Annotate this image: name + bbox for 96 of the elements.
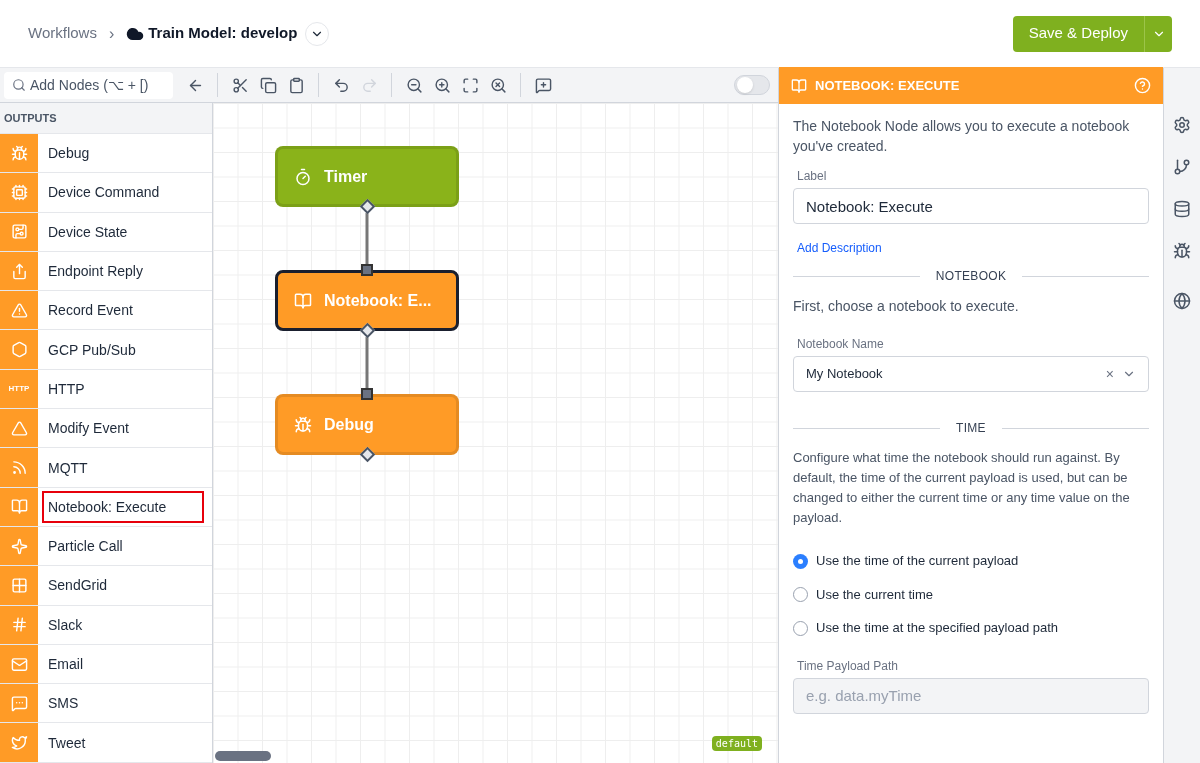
node-label: Record Event (47, 301, 134, 321)
connector-line (365, 337, 369, 388)
bug-icon (10, 144, 28, 162)
node-list-item[interactable]: Record Event (0, 291, 212, 331)
sidebar-heading: OUTPUTS (4, 110, 57, 126)
mail-icon (10, 655, 28, 673)
radio-icon[interactable] (793, 587, 808, 603)
bug-icon (294, 415, 312, 434)
notebook-select[interactable]: My Notebook × (793, 356, 1149, 392)
book-icon (294, 291, 312, 310)
connector-line (365, 213, 369, 264)
node-title: Notebook: E... (324, 290, 432, 311)
notebook-hint: First, choose a notebook to execute. (793, 297, 1020, 316)
field-label: Notebook Name (796, 336, 885, 352)
node-label: Endpoint Reply (47, 262, 144, 282)
timer-icon (294, 167, 312, 186)
node-label: Notebook: Execute (42, 490, 204, 523)
branch-icon[interactable] (1173, 158, 1191, 176)
radio-label: Use the current time (816, 585, 934, 604)
node-label: Tweet (47, 733, 87, 753)
node-list-item[interactable]: Debug (0, 134, 212, 174)
add-description-link[interactable]: Add Description (793, 240, 1149, 256)
time-hint: Configure what time the notebook should run against. By default, the time of the current payload is used, but can be changed to either the current time or any time value on the payload. (793, 449, 1131, 527)
workflow-title: Train Model: develop (148, 23, 298, 44)
radio-label: Use the time of the current payload (816, 552, 1019, 570)
input-port (361, 264, 373, 276)
squares-icon (10, 576, 28, 594)
bug-icon[interactable] (1173, 242, 1191, 260)
node-list-item[interactable]: Slack (0, 605, 212, 645)
book-icon (10, 498, 28, 516)
field-label: Time Payload Path (796, 657, 899, 674)
radio-icon[interactable] (793, 620, 808, 636)
node-list-item[interactable]: Notebook: Execute (0, 487, 212, 527)
book-icon (791, 77, 807, 94)
node-label: HTTP (47, 379, 86, 399)
node-label: Device State (47, 222, 129, 242)
node-list-item[interactable]: Tweet (0, 723, 212, 763)
clear-icon[interactable]: × (1105, 364, 1114, 384)
intro-text: The Notebook Node allows you to execute a notebook you've created. (793, 117, 1131, 156)
input-port (361, 388, 373, 400)
radio-option[interactable]: Use the current time (793, 585, 1149, 605)
node-label: Particle Call (47, 537, 124, 557)
warning-icon (10, 301, 28, 319)
node-label: MQTT (47, 458, 89, 478)
node-label: Email (47, 655, 84, 674)
bird-icon (10, 734, 28, 752)
chip-icon (10, 183, 28, 201)
label-input[interactable]: Notebook: Execute (793, 188, 1149, 224)
search-field[interactable]: Add Nodes (⌥ + [) (4, 71, 173, 99)
share-icon (10, 262, 28, 280)
node-list-item[interactable]: GCP Pub/Sub (0, 330, 212, 370)
default-tag: default (711, 736, 762, 751)
search-icon (12, 78, 26, 92)
sparkle-icon (10, 537, 28, 555)
hexagon-icon (10, 341, 28, 359)
radio-label: Use the time at the specified payload path (816, 619, 1059, 638)
hash-icon (10, 616, 28, 634)
node-title: Debug (324, 414, 374, 435)
node-label: SMS (47, 694, 80, 714)
node-list-item[interactable]: Modify Event (0, 409, 212, 449)
field-label: Label (796, 168, 828, 184)
database-icon[interactable] (1173, 200, 1191, 218)
node-list-item[interactable]: MQTT (0, 448, 212, 488)
node-list-item[interactable]: SendGrid (0, 566, 212, 606)
node-list-item[interactable]: Particle Call (0, 526, 212, 567)
toggle-switch[interactable] (734, 75, 770, 95)
radio-icon[interactable] (793, 553, 808, 569)
node-label: Device Command (47, 183, 161, 203)
node-title: Timer (324, 166, 368, 187)
node-list-item[interactable]: Endpoint Reply (0, 251, 212, 292)
radio-option[interactable]: Use the time of the current payload (793, 552, 1149, 571)
radio-option[interactable]: Use the time at the specified payload path (793, 619, 1149, 638)
triangle-icon (10, 419, 28, 437)
breadcrumb-separator: › (108, 23, 115, 44)
node-list-item[interactable]: Device State (0, 212, 212, 252)
breadcrumb-link[interactable]: Workflows (28, 22, 97, 45)
section-heading: TIME (956, 420, 986, 436)
scrollbar-thumb[interactable] (215, 751, 271, 761)
settings-icon[interactable] (1173, 116, 1191, 134)
node-label: SendGrid (47, 576, 109, 596)
select-value: My Notebook (806, 364, 884, 383)
node-label: Slack (47, 615, 84, 635)
circuit-icon (10, 223, 28, 241)
http-label: HTTP (8, 382, 30, 395)
panel-title: NOTEBOOK: EXECUTE (815, 76, 961, 95)
node-label: Modify Event (47, 419, 130, 439)
globe-icon[interactable] (1173, 292, 1191, 310)
feed-icon (10, 459, 28, 476)
node-list-item[interactable]: Email (0, 644, 212, 685)
node-list-item[interactable]: HTTP HTTP (0, 369, 212, 410)
section-heading: NOTEBOOK (935, 268, 1007, 284)
node-list-item[interactable]: Device Command (0, 173, 212, 213)
node-list-item[interactable]: SMS (0, 684, 212, 724)
node-label: Debug (47, 144, 91, 164)
node-label: GCP Pub/Sub (47, 340, 137, 360)
chat-icon (10, 694, 28, 712)
